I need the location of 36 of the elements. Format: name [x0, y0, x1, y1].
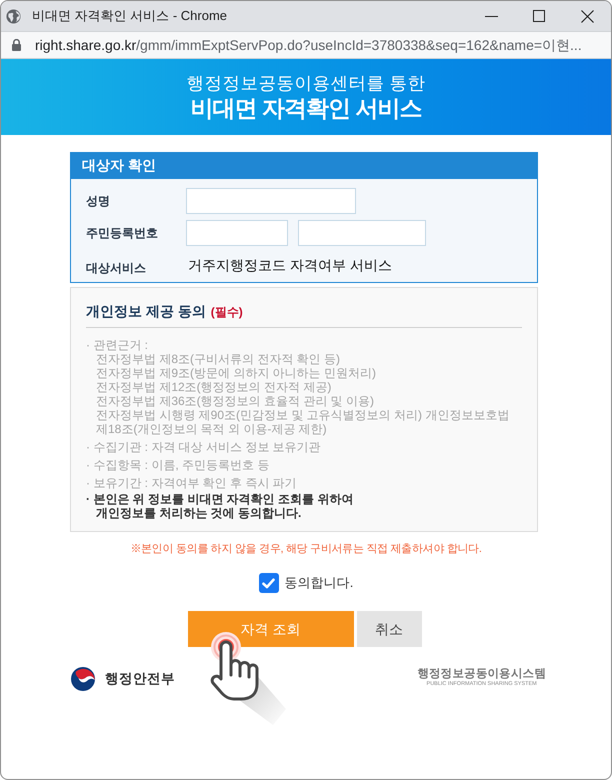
agree-checkbox[interactable]	[258, 573, 279, 593]
legal-basis-text: 전자정부법 시행령 제90조(민감정보 및 고유식별정보의 처리) 개인정보보호법 제18조(개인정보의 목적 외 이용-제공 제한)	[95, 408, 510, 436]
section-header: 대상자 확인	[70, 152, 538, 179]
window-title: 비대면 자격확인 서비스 - Chrome	[32, 7, 228, 26]
legal-basis-label: · 관련근거 :	[86, 338, 149, 352]
globe-icon	[6, 8, 21, 24]
notice-text: ※본인이 동의를 하지 않을 경우, 해당 구비서류는 직접 제출하셔야 합니다.	[130, 542, 482, 557]
consent-detail-text: · 수집기관 : 자격 대상 서비스 정보 보유기관	[86, 440, 322, 454]
consent-statement: · 본인은 위 정보를 비대면 자격확인 조회를 위하여 개인정보를 처리하는 것에 동의합니다.	[86, 492, 354, 520]
field-label: 성명	[86, 193, 111, 210]
resident-number-front-input[interactable]	[186, 220, 288, 246]
field-label: 대상서비스	[86, 260, 147, 277]
system-name: 행정정보공동이용시스템	[417, 666, 546, 680]
legal-basis-text: 전자정부법 제12조(행정정보의 전자적 제공)	[95, 380, 332, 394]
agree-label[interactable]: 동의합니다.	[284, 573, 354, 593]
ministry-name: 행정안전부	[105, 670, 175, 688]
consent-title: 개인정보 제공 동의	[86, 302, 206, 321]
legal-basis-text: 전자정부법 제9조(방문에 의하지 아니하는 민원처리)	[95, 366, 378, 380]
resident-number-back-input[interactable]	[298, 220, 426, 246]
lock-icon	[12, 39, 21, 51]
checkmark-icon	[262, 578, 276, 588]
url-text[interactable]: right.share.go.kr/gmm/immExptServPop.do?useIncId=3780338&seq=162&name=이현...	[35, 34, 582, 56]
required-label: (필수)	[210, 304, 243, 321]
close-icon	[580, 10, 594, 22]
cancel-button[interactable]: 취소	[356, 611, 422, 647]
name-input[interactable]	[186, 188, 356, 214]
ministry-emblem-icon	[71, 667, 95, 691]
service-value: 거주지행정코드 자격여부 서비스	[188, 256, 392, 274]
banner-subtitle: 행정정보공동이용센터를 통한	[186, 72, 426, 94]
legal-basis-text: 전자정부법 제8조(구비서류의 전자적 확인 등)	[95, 352, 342, 366]
field-label: 주민등록번호	[86, 225, 159, 242]
legal-basis-text: 전자정부법 제36조(행정정보의 효율적 관리 및 이용)	[95, 394, 376, 408]
consent-detail-text: · 보유기간 : 자격여부 확인 후 즉시 파기	[86, 476, 298, 490]
maximize-icon	[533, 10, 545, 22]
consent-detail-text: · 수집항목 : 이름, 주민등록번호 등	[86, 458, 270, 472]
banner-title: 비대면 자격확인 서비스	[190, 94, 422, 122]
